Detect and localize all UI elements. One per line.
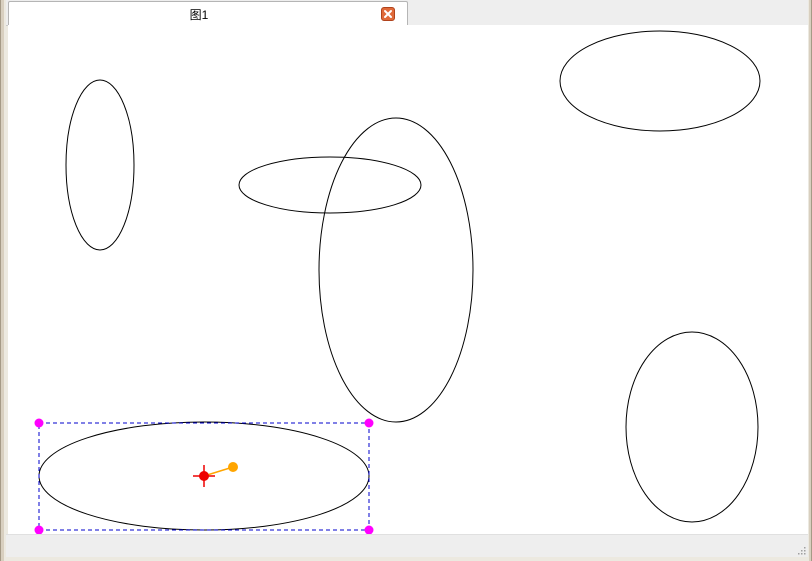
window-left-border [0, 0, 6, 561]
selection-overlay [34, 418, 374, 535]
canvas-svg [34, 30, 761, 535]
status-bar [6, 534, 808, 557]
document-tab-title: 图1 [189, 8, 209, 22]
document-tab[interactable]: 图1 [8, 1, 408, 25]
close-icon[interactable] [381, 7, 395, 21]
ellipse-3[interactable] [318, 117, 474, 423]
window-right-border [808, 0, 812, 561]
resize-handle-top-right[interactable] [364, 418, 374, 428]
resize-handle-top-left[interactable] [34, 418, 44, 428]
drawing-canvas[interactable] [8, 25, 808, 534]
resize-grip-icon[interactable] [796, 545, 806, 555]
resize-handle-bottom-left[interactable] [34, 525, 44, 535]
document-tab-bar: 图1 [6, 0, 808, 26]
rotation-handle[interactable] [228, 462, 238, 472]
ellipse-4[interactable] [559, 30, 761, 132]
ellipse-2[interactable] [238, 156, 422, 214]
center-crosshair-icon[interactable] [193, 465, 215, 487]
ellipse-5[interactable] [625, 331, 759, 523]
resize-handle-bottom-right[interactable] [364, 525, 374, 535]
close-x-glyph [384, 10, 392, 18]
ellipse-1[interactable] [65, 79, 135, 251]
